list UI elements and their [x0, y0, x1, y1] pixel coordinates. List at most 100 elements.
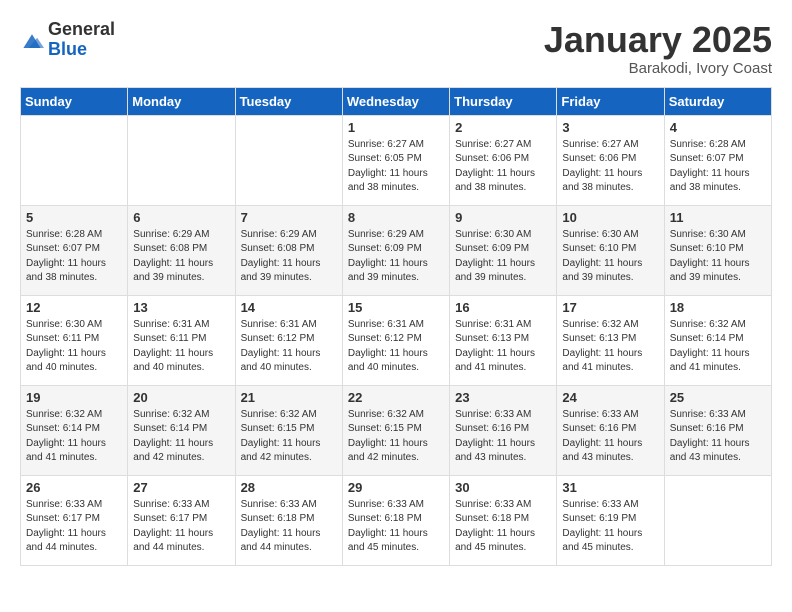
calendar-cell: 3 Sunrise: 6:27 AM Sunset: 6:06 PM Daylig… [557, 115, 664, 205]
day-number: 30 [455, 480, 551, 495]
day-info: Sunrise: 6:27 AM Sunset: 6:05 PM Dayligh… [348, 138, 444, 196]
calendar-cell: 14 Sunrise: 6:31 AM Sunset: 6:12 PM Dayli… [235, 295, 342, 385]
day-info: Sunrise: 6:33 AM Sunset: 6:16 PM Dayligh… [562, 408, 658, 466]
day-info: Sunrise: 6:33 AM Sunset: 6:18 PM Dayligh… [348, 498, 444, 556]
calendar-week-4: 19Sunrise: 6:32 AM Sunset: 6:14 PM Dayli… [21, 385, 772, 475]
title-block: January 2025 Barakodi, Ivory Coast [544, 20, 772, 77]
day-info: Sunrise: 6:30 AM Sunset: 6:10 PM Dayligh… [562, 228, 658, 286]
weekday-monday: Monday [128, 87, 235, 115]
calendar-cell: 31Sunrise: 6:33 AM Sunset: 6:19 PM Dayli… [557, 475, 664, 565]
day-number: 14 [241, 300, 337, 315]
day-number: 18 [670, 300, 766, 315]
calendar-cell: 21 Sunrise: 6:32 AM Sunset: 6:15 PM Dayli… [235, 385, 342, 475]
day-info: Sunrise: 6:33 AM Sunset: 6:18 PM Dayligh… [455, 498, 551, 556]
calendar-cell: 26 Sunrise: 6:33 AM Sunset: 6:17 PM Dayli… [21, 475, 128, 565]
day-info: Sunrise: 6:33 AM Sunset: 6:16 PM Dayligh… [670, 408, 766, 466]
calendar-cell: 1 Sunrise: 6:27 AM Sunset: 6:05 PM Daylig… [342, 115, 449, 205]
day-info: Sunrise: 6:29 AM Sunset: 6:09 PM Dayligh… [348, 228, 444, 286]
day-number: 4 [670, 120, 766, 135]
day-info: Sunrise: 6:31 AM Sunset: 6:12 PM Dayligh… [241, 318, 337, 376]
calendar-cell: 22Sunrise: 6:32 AM Sunset: 6:15 PM Dayli… [342, 385, 449, 475]
logo-general-text: General [48, 19, 115, 39]
day-number: 2 [455, 120, 551, 135]
day-info: Sunrise: 6:27 AM Sunset: 6:06 PM Dayligh… [562, 138, 658, 196]
day-number: 9 [455, 210, 551, 225]
day-info: Sunrise: 6:30 AM Sunset: 6:09 PM Dayligh… [455, 228, 551, 286]
day-info: Sunrise: 6:28 AM Sunset: 6:07 PM Dayligh… [26, 228, 122, 286]
day-info: Sunrise: 6:27 AM Sunset: 6:06 PM Dayligh… [455, 138, 551, 196]
weekday-sunday: Sunday [21, 87, 128, 115]
day-info: Sunrise: 6:28 AM Sunset: 6:07 PM Dayligh… [670, 138, 766, 196]
month-title: January 2025 [544, 20, 772, 60]
day-info: Sunrise: 6:32 AM Sunset: 6:14 PM Dayligh… [670, 318, 766, 376]
calendar-cell: 16 Sunrise: 6:31 AM Sunset: 6:13 PM Dayli… [450, 295, 557, 385]
calendar-cell [235, 115, 342, 205]
calendar-cell: 12Sunrise: 6:30 AM Sunset: 6:11 PM Dayli… [21, 295, 128, 385]
calendar-cell: 23 Sunrise: 6:33 AM Sunset: 6:16 PM Dayli… [450, 385, 557, 475]
calendar-cell: 4 Sunrise: 6:28 AM Sunset: 6:07 PM Daylig… [664, 115, 771, 205]
day-number: 25 [670, 390, 766, 405]
day-number: 6 [133, 210, 229, 225]
calendar-week-2: 5 Sunrise: 6:28 AM Sunset: 6:07 PM Daylig… [21, 205, 772, 295]
calendar-cell: 8 Sunrise: 6:29 AM Sunset: 6:09 PM Daylig… [342, 205, 449, 295]
day-info: Sunrise: 6:30 AM Sunset: 6:10 PM Dayligh… [670, 228, 766, 286]
day-info: Sunrise: 6:32 AM Sunset: 6:15 PM Dayligh… [241, 408, 337, 466]
day-number: 21 [241, 390, 337, 405]
day-number: 3 [562, 120, 658, 135]
calendar-cell: 15Sunrise: 6:31 AM Sunset: 6:12 PM Dayli… [342, 295, 449, 385]
calendar-week-5: 26 Sunrise: 6:33 AM Sunset: 6:17 PM Dayli… [21, 475, 772, 565]
day-number: 15 [348, 300, 444, 315]
day-info: Sunrise: 6:29 AM Sunset: 6:08 PM Dayligh… [133, 228, 229, 286]
day-info: Sunrise: 6:33 AM Sunset: 6:16 PM Dayligh… [455, 408, 551, 466]
calendar-week-1: 1 Sunrise: 6:27 AM Sunset: 6:05 PM Daylig… [21, 115, 772, 205]
day-info: Sunrise: 6:32 AM Sunset: 6:13 PM Dayligh… [562, 318, 658, 376]
calendar-week-3: 12Sunrise: 6:30 AM Sunset: 6:11 PM Dayli… [21, 295, 772, 385]
calendar-cell [664, 475, 771, 565]
calendar-cell: 27 Sunrise: 6:33 AM Sunset: 6:17 PM Dayli… [128, 475, 235, 565]
page-header: General Blue January 2025 Barakodi, Ivor… [20, 20, 772, 77]
weekday-wednesday: Wednesday [342, 87, 449, 115]
weekday-thursday: Thursday [450, 87, 557, 115]
calendar-cell: 30 Sunrise: 6:33 AM Sunset: 6:18 PM Dayli… [450, 475, 557, 565]
day-number: 24 [562, 390, 658, 405]
calendar-cell: 5 Sunrise: 6:28 AM Sunset: 6:07 PM Daylig… [21, 205, 128, 295]
calendar-cell: 28Sunrise: 6:33 AM Sunset: 6:18 PM Dayli… [235, 475, 342, 565]
day-number: 13 [133, 300, 229, 315]
day-info: Sunrise: 6:33 AM Sunset: 6:17 PM Dayligh… [26, 498, 122, 556]
day-info: Sunrise: 6:32 AM Sunset: 6:14 PM Dayligh… [26, 408, 122, 466]
calendar-cell: 7Sunrise: 6:29 AM Sunset: 6:08 PM Daylig… [235, 205, 342, 295]
calendar-cell: 20Sunrise: 6:32 AM Sunset: 6:14 PM Dayli… [128, 385, 235, 475]
calendar-cell: 9 Sunrise: 6:30 AM Sunset: 6:09 PM Daylig… [450, 205, 557, 295]
calendar-cell: 19Sunrise: 6:32 AM Sunset: 6:14 PM Dayli… [21, 385, 128, 475]
day-number: 1 [348, 120, 444, 135]
weekday-tuesday: Tuesday [235, 87, 342, 115]
calendar-cell: 6 Sunrise: 6:29 AM Sunset: 6:08 PM Daylig… [128, 205, 235, 295]
calendar-cell: 13 Sunrise: 6:31 AM Sunset: 6:11 PM Dayli… [128, 295, 235, 385]
calendar-cell: 10 Sunrise: 6:30 AM Sunset: 6:10 PM Dayli… [557, 205, 664, 295]
day-number: 22 [348, 390, 444, 405]
day-number: 10 [562, 210, 658, 225]
day-number: 23 [455, 390, 551, 405]
calendar-cell: 11Sunrise: 6:30 AM Sunset: 6:10 PM Dayli… [664, 205, 771, 295]
day-number: 27 [133, 480, 229, 495]
day-number: 26 [26, 480, 122, 495]
day-number: 16 [455, 300, 551, 315]
day-info: Sunrise: 6:33 AM Sunset: 6:19 PM Dayligh… [562, 498, 658, 556]
day-number: 28 [241, 480, 337, 495]
calendar-table: SundayMondayTuesdayWednesdayThursdayFrid… [20, 87, 772, 566]
weekday-friday: Friday [557, 87, 664, 115]
calendar-cell: 17 Sunrise: 6:32 AM Sunset: 6:13 PM Dayli… [557, 295, 664, 385]
calendar-cell: 29Sunrise: 6:33 AM Sunset: 6:18 PM Dayli… [342, 475, 449, 565]
day-info: Sunrise: 6:31 AM Sunset: 6:11 PM Dayligh… [133, 318, 229, 376]
day-number: 8 [348, 210, 444, 225]
day-number: 5 [26, 210, 122, 225]
day-info: Sunrise: 6:33 AM Sunset: 6:17 PM Dayligh… [133, 498, 229, 556]
calendar-cell: 24 Sunrise: 6:33 AM Sunset: 6:16 PM Dayli… [557, 385, 664, 475]
day-number: 17 [562, 300, 658, 315]
day-info: Sunrise: 6:29 AM Sunset: 6:08 PM Dayligh… [241, 228, 337, 286]
day-info: Sunrise: 6:32 AM Sunset: 6:14 PM Dayligh… [133, 408, 229, 466]
day-info: Sunrise: 6:31 AM Sunset: 6:13 PM Dayligh… [455, 318, 551, 376]
day-number: 12 [26, 300, 122, 315]
logo-blue-text: Blue [48, 39, 87, 59]
logo-icon [20, 32, 44, 52]
